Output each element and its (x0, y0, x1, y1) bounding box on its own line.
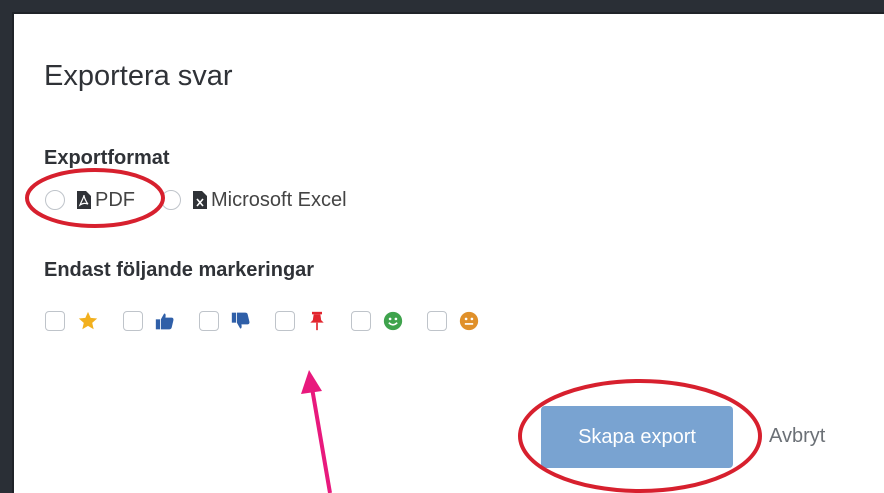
thumbs-down-checkbox[interactable] (199, 311, 219, 331)
pin-checkbox[interactable] (275, 311, 295, 331)
markings-label: Endast följande markeringar (44, 259, 315, 281)
format-option-pdf[interactable]: PDF (45, 189, 135, 212)
star-checkbox[interactable] (45, 311, 65, 331)
thumbs-down-icon (231, 312, 250, 329)
file-excel-icon (193, 191, 207, 209)
export-dialog: Exportera svar Exportformat PDF Microsof… (12, 12, 884, 493)
cancel-link[interactable]: Avbryt (769, 425, 825, 448)
pin-icon (310, 311, 324, 331)
export-format-options: PDF Microsoft Excel (45, 184, 347, 216)
marking-neutral[interactable] (427, 311, 479, 331)
dialog-title: Exportera svar (44, 60, 233, 92)
pdf-radio[interactable] (45, 190, 65, 210)
markings-options (45, 310, 503, 332)
pdf-label: PDF (95, 188, 135, 211)
marking-thumbs-down[interactable] (199, 311, 251, 331)
marking-thumbs-up[interactable] (123, 311, 175, 331)
smile-icon (383, 311, 403, 331)
excel-radio[interactable] (161, 190, 181, 210)
neutral-checkbox[interactable] (427, 311, 447, 331)
marking-pin[interactable] (275, 311, 327, 331)
star-icon (78, 311, 98, 330)
export-format-label: Exportformat (44, 147, 170, 169)
create-export-button[interactable]: Skapa export (541, 406, 733, 468)
neutral-face-icon (459, 311, 479, 331)
format-option-excel[interactable]: Microsoft Excel (161, 189, 347, 212)
file-pdf-icon (77, 191, 91, 209)
smile-checkbox[interactable] (351, 311, 371, 331)
marking-smile[interactable] (351, 311, 403, 331)
thumbs-up-checkbox[interactable] (123, 311, 143, 331)
marking-star[interactable] (45, 310, 99, 332)
thumbs-up-icon (155, 313, 174, 330)
window-top-bar (0, 0, 884, 12)
excel-label: Microsoft Excel (211, 188, 347, 211)
